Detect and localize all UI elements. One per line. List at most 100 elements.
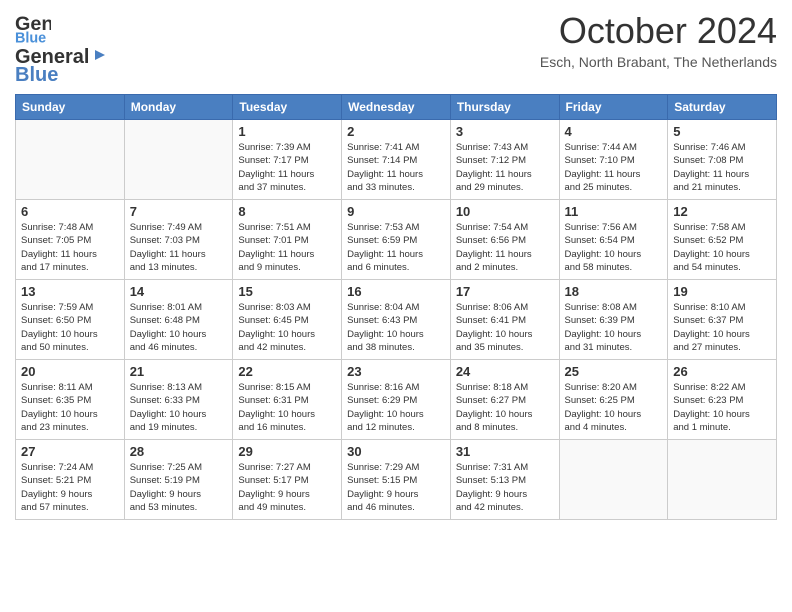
day-number: 16 — [347, 284, 445, 299]
logo: General Blue General Blue — [15, 10, 109, 86]
day-number: 13 — [21, 284, 119, 299]
calendar-cell: 28Sunrise: 7:25 AM Sunset: 5:19 PM Dayli… — [124, 440, 233, 520]
day-info: Sunrise: 8:08 AM Sunset: 6:39 PM Dayligh… — [565, 301, 663, 354]
day-number: 11 — [565, 204, 663, 219]
calendar-cell: 5Sunrise: 7:46 AM Sunset: 7:08 PM Daylig… — [668, 120, 777, 200]
calendar-header-row: SundayMondayTuesdayWednesdayThursdayFrid… — [16, 95, 777, 120]
calendar-cell: 18 Sunrise: 8:08 AM Sunset: 6:39 PM Dayli… — [559, 280, 668, 360]
day-info: Sunrise: 7:24 AM Sunset: 5:21 PM Dayligh… — [21, 461, 119, 514]
calendar-header-thursday: Thursday — [450, 95, 559, 120]
calendar-cell: 4 Sunrise: 7:44 AM Sunset: 7:10 PM Daylig… — [559, 120, 668, 200]
day-number: 30 — [347, 444, 445, 459]
day-number: 20 — [21, 364, 119, 379]
day-info: Sunrise: 7:49 AM Sunset: 7:03 PM Dayligh… — [130, 221, 228, 274]
day-info: Sunrise: 7:29 AM Sunset: 5:15 PM Dayligh… — [347, 461, 445, 514]
day-info: Sunrise: 7:41 AM Sunset: 7:14 PM Dayligh… — [347, 141, 445, 194]
day-number: 24 — [456, 364, 554, 379]
calendar-cell — [668, 440, 777, 520]
day-info: Sunrise: 8:15 AM Sunset: 6:31 PM Dayligh… — [238, 381, 336, 434]
day-number: 25 — [565, 364, 663, 379]
calendar-cell: 12 Sunrise: 7:58 AM Sunset: 6:52 PM Dayli… — [668, 200, 777, 280]
calendar-cell: 19Sunrise: 8:10 AM Sunset: 6:37 PM Dayli… — [668, 280, 777, 360]
calendar-cell: 26 Sunrise: 8:22 AM Sunset: 6:23 PM Dayli… — [668, 360, 777, 440]
day-number: 10 — [456, 204, 554, 219]
logo-icon: General Blue — [15, 10, 51, 46]
day-number: 8 — [238, 204, 336, 219]
day-info: Sunrise: 8:11 AM Sunset: 6:35 PM Dayligh… — [21, 381, 119, 434]
day-number: 6 — [21, 204, 119, 219]
day-info: Sunrise: 8:03 AM Sunset: 6:45 PM Dayligh… — [238, 301, 336, 354]
day-number: 3 — [456, 124, 554, 139]
calendar-cell: 13 Sunrise: 7:59 AM Sunset: 6:50 PM Dayli… — [16, 280, 125, 360]
calendar-header-sunday: Sunday — [16, 95, 125, 120]
day-number: 4 — [565, 124, 663, 139]
day-info: Sunrise: 7:27 AM Sunset: 5:17 PM Dayligh… — [238, 461, 336, 514]
calendar-cell — [559, 440, 668, 520]
calendar-cell — [16, 120, 125, 200]
day-info: Sunrise: 8:06 AM Sunset: 6:41 PM Dayligh… — [456, 301, 554, 354]
day-info: Sunrise: 8:20 AM Sunset: 6:25 PM Dayligh… — [565, 381, 663, 434]
calendar-cell: 9 Sunrise: 7:53 AM Sunset: 6:59 PM Daylig… — [342, 200, 451, 280]
calendar-week-row: 6 Sunrise: 7:48 AM Sunset: 7:05 PM Daylig… — [16, 200, 777, 280]
logo-blue-text: Blue — [15, 64, 109, 86]
calendar-header-tuesday: Tuesday — [233, 95, 342, 120]
calendar-cell: 30 Sunrise: 7:29 AM Sunset: 5:15 PM Dayli… — [342, 440, 451, 520]
calendar-cell: 17 Sunrise: 8:06 AM Sunset: 6:41 PM Dayli… — [450, 280, 559, 360]
calendar-cell: 14Sunrise: 8:01 AM Sunset: 6:48 PM Dayli… — [124, 280, 233, 360]
day-number: 18 — [565, 284, 663, 299]
calendar-cell: 3 Sunrise: 7:43 AM Sunset: 7:12 PM Daylig… — [450, 120, 559, 200]
calendar-header-saturday: Saturday — [668, 95, 777, 120]
day-number: 31 — [456, 444, 554, 459]
day-number: 21 — [130, 364, 228, 379]
calendar-cell: 10Sunrise: 7:54 AM Sunset: 6:56 PM Dayli… — [450, 200, 559, 280]
day-number: 12 — [673, 204, 771, 219]
calendar-cell: 8Sunrise: 7:51 AM Sunset: 7:01 PM Daylig… — [233, 200, 342, 280]
day-number: 1 — [238, 124, 336, 139]
day-info: Sunrise: 8:22 AM Sunset: 6:23 PM Dayligh… — [673, 381, 771, 434]
day-number: 5 — [673, 124, 771, 139]
calendar-cell: 31 Sunrise: 7:31 AM Sunset: 5:13 PM Dayli… — [450, 440, 559, 520]
calendar-week-row: 20 Sunrise: 8:11 AM Sunset: 6:35 PM Dayli… — [16, 360, 777, 440]
day-info: Sunrise: 8:13 AM Sunset: 6:33 PM Dayligh… — [130, 381, 228, 434]
calendar-cell: 16 Sunrise: 8:04 AM Sunset: 6:43 PM Dayli… — [342, 280, 451, 360]
title-section: October 2024 Esch, North Brabant, The Ne… — [540, 10, 777, 70]
day-info: Sunrise: 7:43 AM Sunset: 7:12 PM Dayligh… — [456, 141, 554, 194]
calendar-cell: 22Sunrise: 8:15 AM Sunset: 6:31 PM Dayli… — [233, 360, 342, 440]
day-number: 17 — [456, 284, 554, 299]
day-info: Sunrise: 8:01 AM Sunset: 6:48 PM Dayligh… — [130, 301, 228, 354]
day-number: 23 — [347, 364, 445, 379]
day-info: Sunrise: 7:39 AM Sunset: 7:17 PM Dayligh… — [238, 141, 336, 194]
day-info: Sunrise: 7:58 AM Sunset: 6:52 PM Dayligh… — [673, 221, 771, 274]
day-info: Sunrise: 7:44 AM Sunset: 7:10 PM Dayligh… — [565, 141, 663, 194]
calendar-cell: 15Sunrise: 8:03 AM Sunset: 6:45 PM Dayli… — [233, 280, 342, 360]
calendar-week-row: 13 Sunrise: 7:59 AM Sunset: 6:50 PM Dayli… — [16, 280, 777, 360]
calendar-cell: 2Sunrise: 7:41 AM Sunset: 7:14 PM Daylig… — [342, 120, 451, 200]
calendar-cell: 6 Sunrise: 7:48 AM Sunset: 7:05 PM Daylig… — [16, 200, 125, 280]
calendar-cell — [124, 120, 233, 200]
day-number: 9 — [347, 204, 445, 219]
day-number: 27 — [21, 444, 119, 459]
calendar-cell: 11Sunrise: 7:56 AM Sunset: 6:54 PM Dayli… — [559, 200, 668, 280]
calendar-cell: 23Sunrise: 8:16 AM Sunset: 6:29 PM Dayli… — [342, 360, 451, 440]
day-info: Sunrise: 7:25 AM Sunset: 5:19 PM Dayligh… — [130, 461, 228, 514]
calendar: SundayMondayTuesdayWednesdayThursdayFrid… — [15, 94, 777, 520]
day-info: Sunrise: 7:53 AM Sunset: 6:59 PM Dayligh… — [347, 221, 445, 274]
header: General Blue General Blue October 2024 E… — [15, 10, 777, 86]
calendar-cell: 7 Sunrise: 7:49 AM Sunset: 7:03 PM Daylig… — [124, 200, 233, 280]
logo-arrow-icon — [91, 46, 109, 64]
month-title: October 2024 — [540, 10, 777, 52]
day-info: Sunrise: 7:59 AM Sunset: 6:50 PM Dayligh… — [21, 301, 119, 354]
calendar-week-row: 1 Sunrise: 7:39 AM Sunset: 7:17 PM Daylig… — [16, 120, 777, 200]
calendar-header-monday: Monday — [124, 95, 233, 120]
calendar-cell: 21 Sunrise: 8:13 AM Sunset: 6:33 PM Dayli… — [124, 360, 233, 440]
calendar-cell: 24 Sunrise: 8:18 AM Sunset: 6:27 PM Dayli… — [450, 360, 559, 440]
calendar-cell: 25 Sunrise: 8:20 AM Sunset: 6:25 PM Dayli… — [559, 360, 668, 440]
day-info: Sunrise: 8:18 AM Sunset: 6:27 PM Dayligh… — [456, 381, 554, 434]
day-info: Sunrise: 8:04 AM Sunset: 6:43 PM Dayligh… — [347, 301, 445, 354]
day-info: Sunrise: 7:31 AM Sunset: 5:13 PM Dayligh… — [456, 461, 554, 514]
day-number: 26 — [673, 364, 771, 379]
day-number: 7 — [130, 204, 228, 219]
calendar-week-row: 27 Sunrise: 7:24 AM Sunset: 5:21 PM Dayli… — [16, 440, 777, 520]
calendar-cell: 1 Sunrise: 7:39 AM Sunset: 7:17 PM Daylig… — [233, 120, 342, 200]
day-info: Sunrise: 7:48 AM Sunset: 7:05 PM Dayligh… — [21, 221, 119, 274]
